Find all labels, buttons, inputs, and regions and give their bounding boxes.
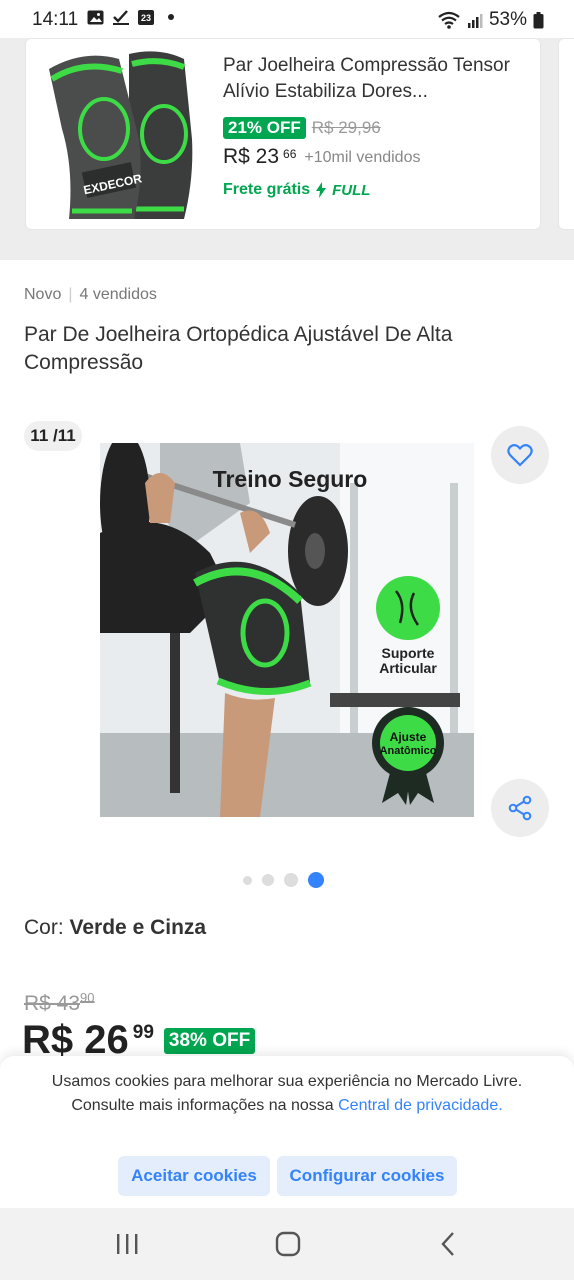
image-badge2-line2: Anatômico <box>380 745 437 757</box>
configure-cookies-button[interactable]: Configurar cookies <box>277 1156 457 1196</box>
color-value: Verde e Cinza <box>69 916 207 939</box>
related-sold-count: +10mil vendidos <box>304 149 421 166</box>
bolt-icon <box>316 182 327 198</box>
gallery-dot[interactable] <box>284 873 298 887</box>
battery-percent: 53% <box>488 9 527 30</box>
color-label: Cor: <box>24 916 64 939</box>
accept-cookies-button[interactable]: Aceitar cookies <box>118 1156 270 1196</box>
recents-icon[interactable] <box>114 1230 140 1258</box>
related-price-row: R$ 23 66 +10mil vendidos <box>223 145 420 169</box>
price-cents: 99 <box>132 1022 154 1043</box>
related-product-card[interactable]: EXDECOR Par Joelheira Compressão Tensor … <box>25 38 541 230</box>
related-products-carousel: EXDECOR Par Joelheira Compressão Tensor … <box>0 38 574 260</box>
notification-icons: 23 <box>87 9 174 25</box>
system-icons: 53% <box>437 9 544 31</box>
related-discount-row: 21% OFF R$ 29,96 <box>223 117 381 139</box>
privacy-link[interactable]: Central de privacidade. <box>338 1097 503 1114</box>
next-related-card[interactable] <box>558 38 574 230</box>
old-price-cents: 90 <box>80 990 95 1005</box>
battery-icon <box>533 11 544 28</box>
product-title: Par De Joelheira Ortopédica Ajustável De… <box>24 323 453 374</box>
shipping-label: Frete grátis <box>223 181 311 198</box>
related-discount-badge: 21% OFF <box>223 117 306 139</box>
share-button[interactable] <box>491 779 549 837</box>
heart-icon <box>507 444 533 467</box>
related-product-title[interactable]: Par Joelheira Compressão Tensor Alívio E… <box>223 53 523 105</box>
signal-icon <box>467 14 483 28</box>
product-meta: Novo | 4 vendidos <box>24 286 157 303</box>
related-old-price: R$ 29,96 <box>311 118 381 137</box>
notification-dot-icon <box>168 14 174 20</box>
product-old-price: R$ 4390 <box>24 990 95 1016</box>
sold-count: 4 vendidos <box>79 286 157 303</box>
related-price: R$ 23 <box>223 145 280 168</box>
color-selector[interactable]: Cor: Verde e Cinza <box>24 916 206 940</box>
related-shipping: Frete grátis FULL <box>223 181 370 199</box>
image-badge1-line2: Articular <box>379 660 437 676</box>
knee-sleeve-thumbnail: EXDECOR <box>49 51 193 219</box>
image-headline: Treino Seguro <box>213 466 368 492</box>
condition: Novo <box>24 286 62 303</box>
image-badge1-line1: Suporte <box>382 645 435 661</box>
full-tag: FULL <box>332 181 371 199</box>
gallery-dot[interactable] <box>243 875 252 885</box>
gallery-dot[interactable] <box>262 874 274 886</box>
status-time: 14:11 <box>32 9 79 30</box>
image-badge2-line1: Ajuste <box>390 730 427 744</box>
gallery-dot-active[interactable] <box>308 872 324 888</box>
back-icon[interactable] <box>438 1230 458 1258</box>
check-icon <box>113 10 129 25</box>
discount-badge: 38% OFF <box>163 1028 256 1054</box>
share-icon <box>508 795 532 821</box>
calendar-icon: 23 <box>138 9 154 25</box>
favorite-button[interactable] <box>491 426 549 484</box>
old-price: R$ 43 <box>24 992 81 1015</box>
cookie-banner: Usamos cookies para melhorar sua experiê… <box>0 1056 574 1208</box>
status-bar: 14:11 23 53% <box>0 0 574 38</box>
cookie-message: Usamos cookies para melhorar sua experiê… <box>40 1070 534 1118</box>
home-icon[interactable] <box>274 1230 302 1258</box>
photo-icon <box>87 10 104 24</box>
product-image[interactable]: Treino Seguro Suporte Articular Ajuste A… <box>100 443 474 817</box>
related-price-cents: 66 <box>283 147 297 161</box>
gallery-dots <box>243 872 324 888</box>
system-navigation-bar <box>0 1208 574 1280</box>
wifi-icon <box>438 11 460 29</box>
image-counter: 11 /11 <box>24 421 82 451</box>
